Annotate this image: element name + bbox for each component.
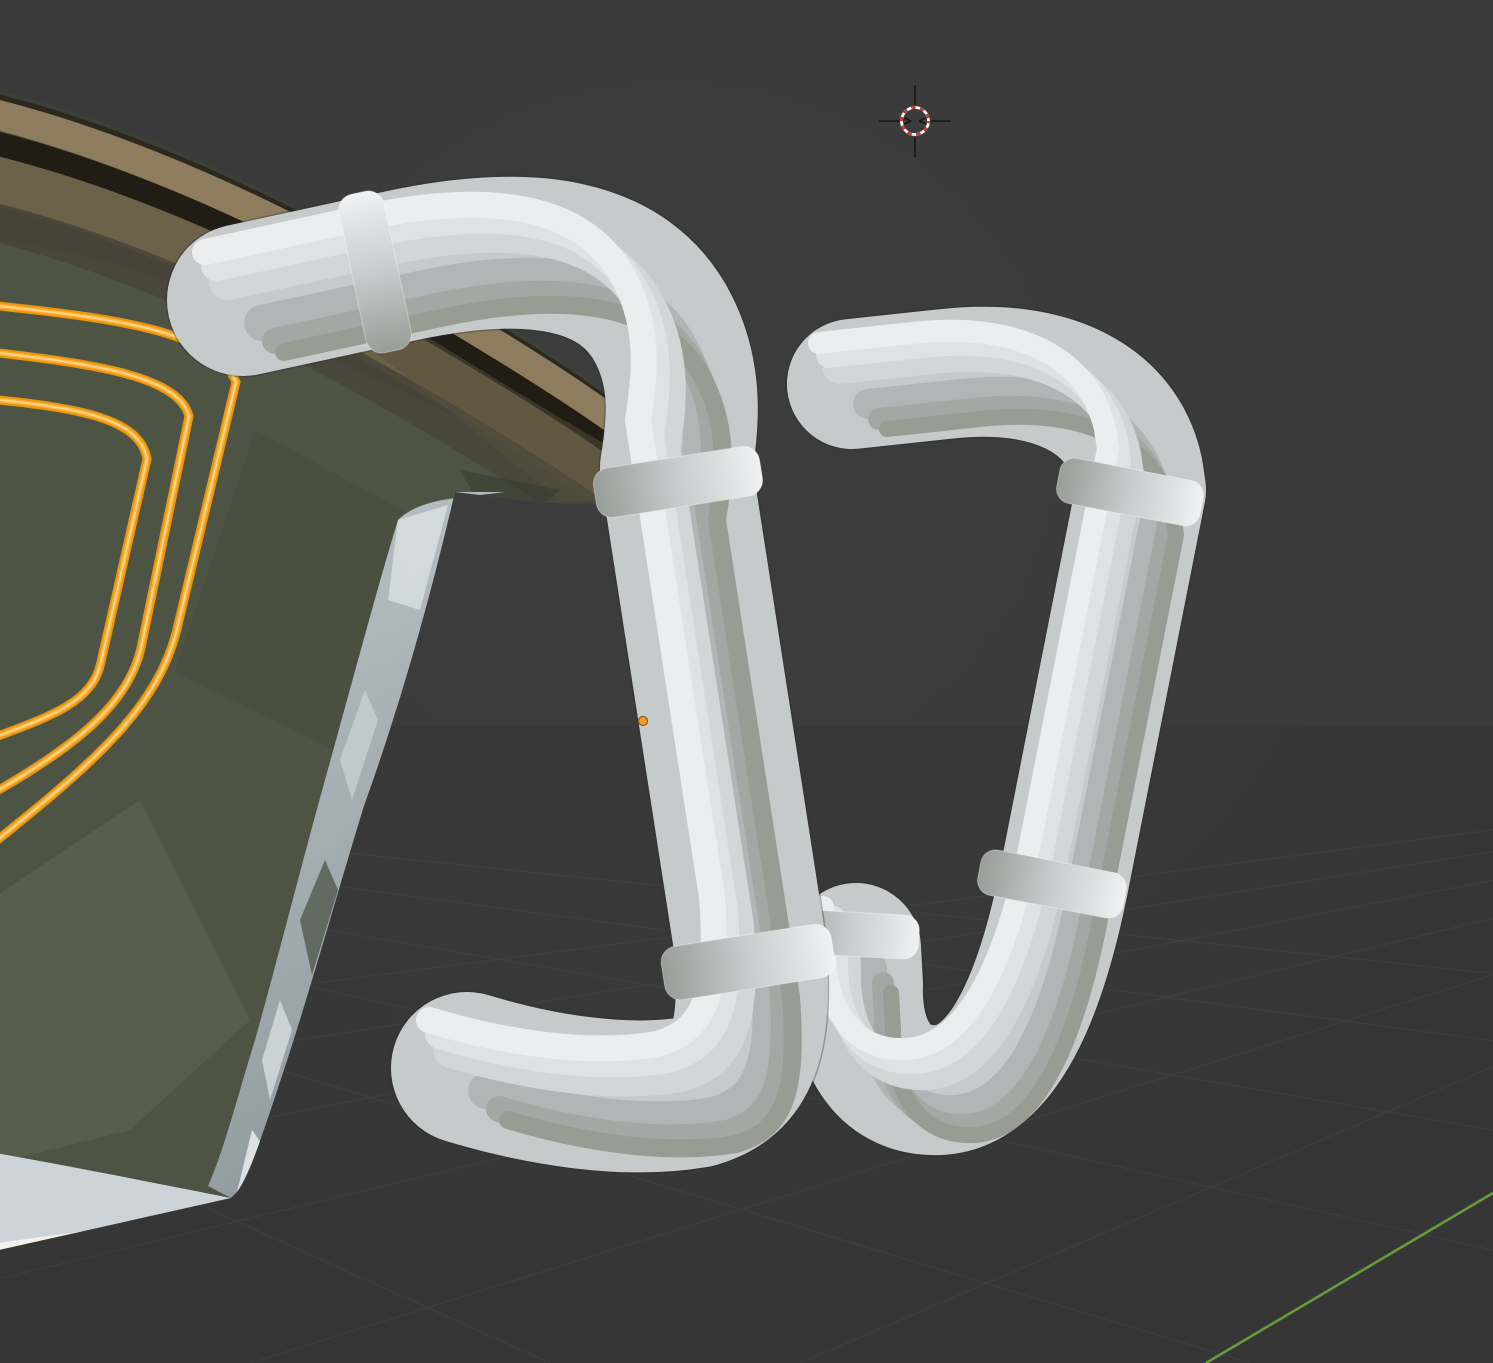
pipe-handle-large[interactable] (120, 140, 920, 1260)
viewport-stage[interactable] (0, 0, 1493, 1363)
object-origin-dot (639, 717, 648, 726)
viewport-canvas[interactable] (0, 0, 1493, 1363)
